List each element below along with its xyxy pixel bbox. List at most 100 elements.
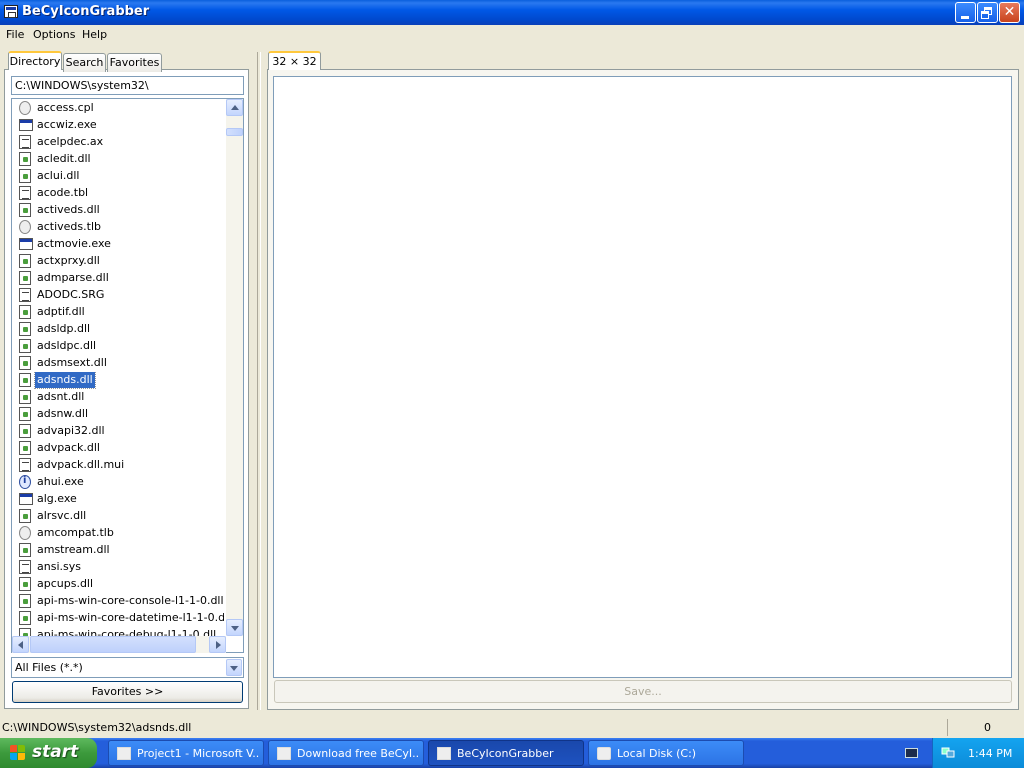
- task-download-browser[interactable]: Download free BeCyI...: [268, 740, 424, 766]
- list-item[interactable]: adsnt.dll: [18, 389, 224, 406]
- file-name: api-ms-win-core-debug-l1-1-0.dll: [37, 628, 217, 636]
- task-local-disk[interactable]: Local Disk (C:): [588, 740, 744, 766]
- list-item[interactable]: access.cpl: [18, 100, 224, 117]
- horizontal-scroll-thumb[interactable]: [30, 636, 196, 653]
- keyboard-icon[interactable]: [905, 748, 918, 758]
- clock[interactable]: 1:44 PM: [968, 747, 1012, 760]
- tab-32x32[interactable]: 32 × 32: [268, 51, 321, 70]
- list-item[interactable]: api-ms-win-core-debug-l1-1-0.dll: [18, 627, 224, 636]
- scroll-up-button[interactable]: [226, 99, 243, 116]
- list-item[interactable]: adsnds.dll: [18, 372, 224, 389]
- list-item[interactable]: aclui.dll: [18, 168, 224, 185]
- dll-icon: [19, 577, 31, 591]
- dll-icon: [19, 441, 31, 455]
- tab-search[interactable]: Search: [63, 53, 106, 72]
- file-name: alg.exe: [37, 492, 77, 505]
- dll-icon: [19, 628, 31, 636]
- tbl-icon: [19, 560, 31, 574]
- file-name: advapi32.dll: [37, 424, 105, 437]
- list-item[interactable]: ansi.sys: [18, 559, 224, 576]
- info-icon: [19, 475, 31, 489]
- file-type-filter[interactable]: All Files (*.*): [11, 657, 244, 678]
- directory-path-input[interactable]: C:\WINDOWS\system32\: [11, 76, 244, 95]
- menu-file[interactable]: File: [6, 28, 24, 41]
- list-item[interactable]: amcompat.tlb: [18, 525, 224, 542]
- save-button[interactable]: Save...: [274, 680, 1012, 703]
- dropdown-button[interactable]: [226, 659, 242, 676]
- tab-favorites[interactable]: Favorites: [107, 53, 162, 72]
- app-icon[interactable]: [4, 5, 18, 18]
- dll-icon: [19, 424, 31, 438]
- file-name: amstream.dll: [37, 543, 110, 556]
- dll-icon: [19, 254, 31, 268]
- list-item[interactable]: adsmsext.dll: [18, 355, 224, 372]
- list-item[interactable]: api-ms-win-core-console-l1-1-0.dll: [18, 593, 224, 610]
- horizontal-scrollbar[interactable]: [12, 636, 226, 653]
- vertical-scroll-thumb[interactable]: [226, 128, 243, 136]
- status-bar: C:\WINDOWS\system32\adsnds.dll 0: [0, 717, 1024, 738]
- list-item[interactable]: activeds.tlb: [18, 219, 224, 236]
- file-name: actmovie.exe: [37, 237, 111, 250]
- list-item[interactable]: acledit.dll: [18, 151, 224, 168]
- dll-icon: [19, 305, 31, 319]
- list-item[interactable]: amstream.dll: [18, 542, 224, 559]
- arrow-right-icon: [216, 641, 221, 649]
- menu-options[interactable]: Options: [33, 28, 75, 41]
- list-item[interactable]: adsldpc.dll: [18, 338, 224, 355]
- list-item[interactable]: advpack.dll.mui: [18, 457, 224, 474]
- start-label: start: [32, 742, 79, 762]
- vertical-scrollbar[interactable]: [226, 99, 243, 636]
- file-name: advpack.dll: [37, 441, 100, 454]
- list-item[interactable]: api-ms-win-core-datetime-l1-1-0.dll: [18, 610, 224, 627]
- list-item[interactable]: adptif.dll: [18, 304, 224, 321]
- task-becyicongrabber[interactable]: BeCyIconGrabber: [428, 740, 584, 766]
- list-item[interactable]: alrsvc.dll: [18, 508, 224, 525]
- network-icon[interactable]: [941, 746, 955, 759]
- list-item[interactable]: accwiz.exe: [18, 117, 224, 134]
- list-item[interactable]: adsnw.dll: [18, 406, 224, 423]
- file-name: adptif.dll: [37, 305, 85, 318]
- scroll-left-button[interactable]: [12, 636, 29, 653]
- dll-icon: [19, 594, 31, 608]
- status-count-panel: [947, 719, 1018, 736]
- file-name: admparse.dll: [37, 271, 109, 284]
- minimize-button[interactable]: [955, 2, 976, 23]
- panel-splitter[interactable]: [257, 52, 261, 710]
- list-item[interactable]: activeds.dll: [18, 202, 224, 219]
- tlb-icon: [19, 220, 31, 234]
- task-project1[interactable]: Project1 - Microsoft V...: [108, 740, 264, 766]
- list-item[interactable]: adsldp.dll: [18, 321, 224, 338]
- list-item[interactable]: alg.exe: [18, 491, 224, 508]
- close-button[interactable]: ✕: [999, 2, 1020, 23]
- favorites-button[interactable]: Favorites >>: [12, 681, 243, 703]
- list-item[interactable]: actmovie.exe: [18, 236, 224, 253]
- tab-directory[interactable]: Directory: [8, 51, 62, 70]
- list-item[interactable]: acelpdec.ax: [18, 134, 224, 151]
- exe-icon: [19, 493, 33, 505]
- file-name: actxprxy.dll: [37, 254, 100, 267]
- file-name: ahui.exe: [37, 475, 84, 488]
- icon-preview-area[interactable]: [273, 76, 1012, 678]
- arrow-up-icon: [231, 105, 239, 110]
- scroll-right-button[interactable]: [209, 636, 226, 653]
- list-item[interactable]: admparse.dll: [18, 270, 224, 287]
- list-item[interactable]: acode.tbl: [18, 185, 224, 202]
- list-item[interactable]: ADODC.SRG: [18, 287, 224, 304]
- restore-button[interactable]: [977, 2, 998, 23]
- file-name: amcompat.tlb: [37, 526, 114, 539]
- menu-help[interactable]: Help: [82, 28, 107, 41]
- file-name: acode.tbl: [37, 186, 89, 199]
- drive-icon: [597, 747, 611, 760]
- list-item[interactable]: advpack.dll: [18, 440, 224, 457]
- list-item[interactable]: ahui.exe: [18, 474, 224, 491]
- arrow-left-icon: [18, 641, 23, 649]
- file-name: adsldp.dll: [37, 322, 91, 335]
- scroll-down-button[interactable]: [226, 619, 243, 636]
- list-item[interactable]: advapi32.dll: [18, 423, 224, 440]
- list-item[interactable]: actxprxy.dll: [18, 253, 224, 270]
- list-item[interactable]: apcups.dll: [18, 576, 224, 593]
- start-button[interactable]: start: [0, 738, 97, 768]
- file-name: ADODC.SRG: [37, 288, 105, 301]
- dll-icon: [19, 322, 31, 336]
- file-name: acledit.dll: [37, 152, 91, 165]
